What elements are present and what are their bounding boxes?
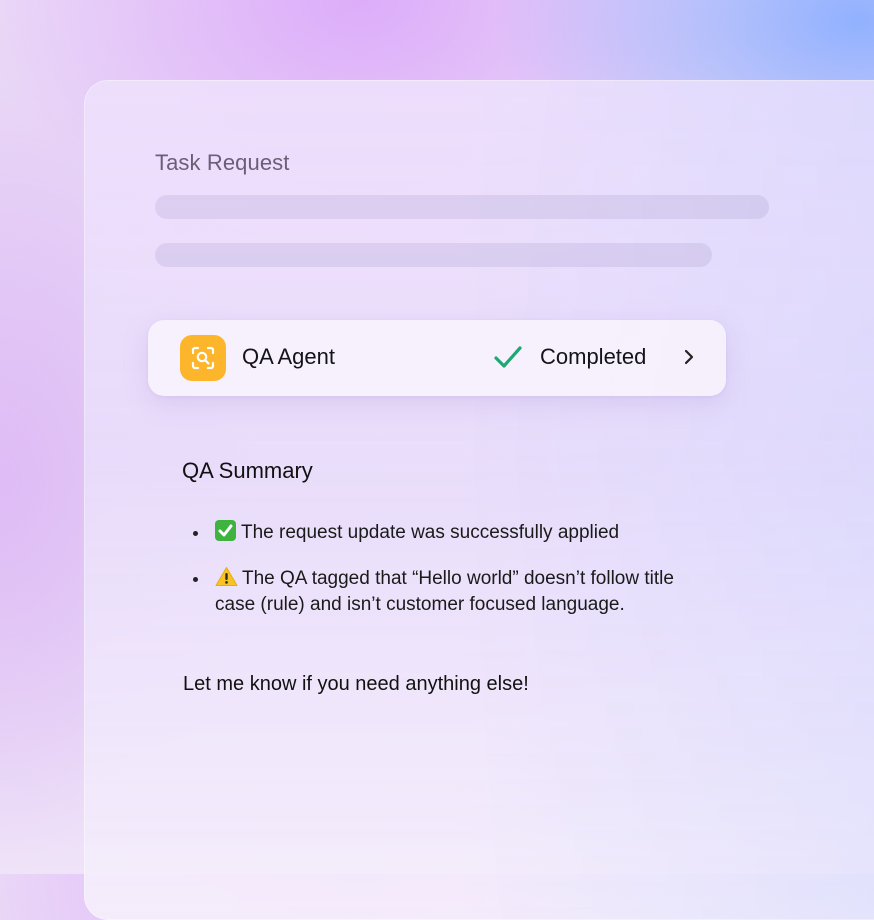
summary-item-text: The QA tagged that “Hello world” doesn’t… <box>215 568 674 615</box>
list-item: The request update was successfully appl… <box>193 520 713 546</box>
qa-summary-title: QA Summary <box>182 458 313 483</box>
task-request-title: Task Request <box>155 150 290 175</box>
qa-scan-icon <box>180 335 226 381</box>
agent-name: QA Agent <box>242 344 335 369</box>
agent-status-card[interactable]: QA Agent Completed <box>148 320 726 396</box>
check-box-emoji-icon <box>215 520 236 541</box>
chevron-right-icon[interactable] <box>682 348 696 366</box>
bullet-dot <box>193 577 198 582</box>
list-item: The QA tagged that “Hello world” doesn’t… <box>193 566 713 618</box>
summary-item-text: The request update was successfully appl… <box>241 522 620 543</box>
task-request-placeholder-line <box>155 195 769 219</box>
qa-summary-list: The request update was successfully appl… <box>193 520 713 638</box>
agent-status-label: Completed <box>540 344 647 369</box>
check-icon <box>494 346 522 368</box>
warning-emoji-icon <box>215 567 238 586</box>
bullet-dot <box>193 531 198 536</box>
task-request-placeholder-line <box>155 243 712 267</box>
closing-message: Let me know if you need anything else! <box>183 673 529 695</box>
